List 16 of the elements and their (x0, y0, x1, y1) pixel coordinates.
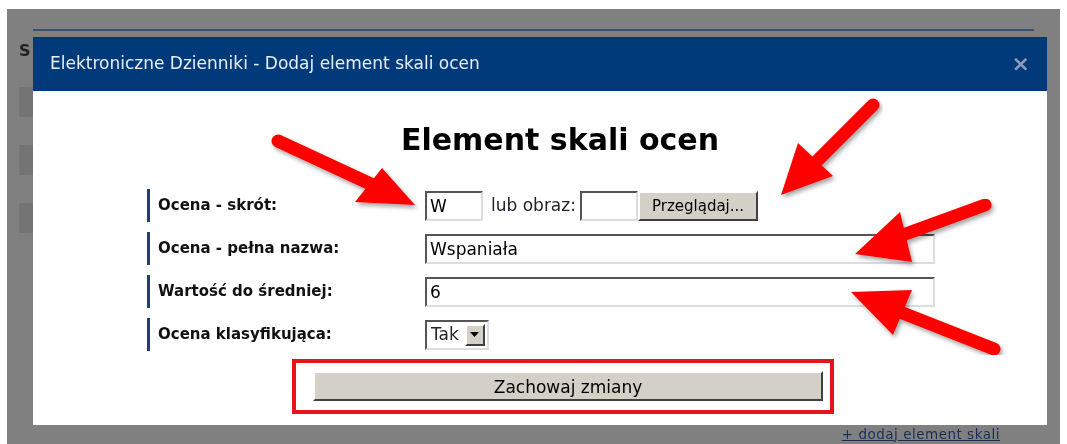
page-heading-fragment: S (19, 43, 32, 59)
browse-button[interactable]: Przeglądaj... (637, 190, 759, 221)
page-block (19, 87, 33, 117)
close-button[interactable]: × (1011, 53, 1030, 75)
save-changes-button[interactable]: Zachowaj zmiany (313, 371, 823, 401)
caret-icon (470, 332, 480, 337)
input-field[interactable]: 6 (425, 276, 935, 307)
dialog-title: Elektroniczne Dzienniki - Dodaj element skali ocen (50, 52, 480, 76)
dropdown[interactable]: Tak (425, 319, 489, 350)
form-heading: Element skali ocen (399, 121, 720, 159)
input-field[interactable]: Wspaniała (425, 233, 935, 264)
image-file-field[interactable] (579, 190, 638, 221)
page-block (19, 203, 33, 233)
field-label: lub obraz: (491, 193, 576, 217)
short-grade-field[interactable]: W (425, 190, 483, 221)
page-block (19, 145, 33, 175)
